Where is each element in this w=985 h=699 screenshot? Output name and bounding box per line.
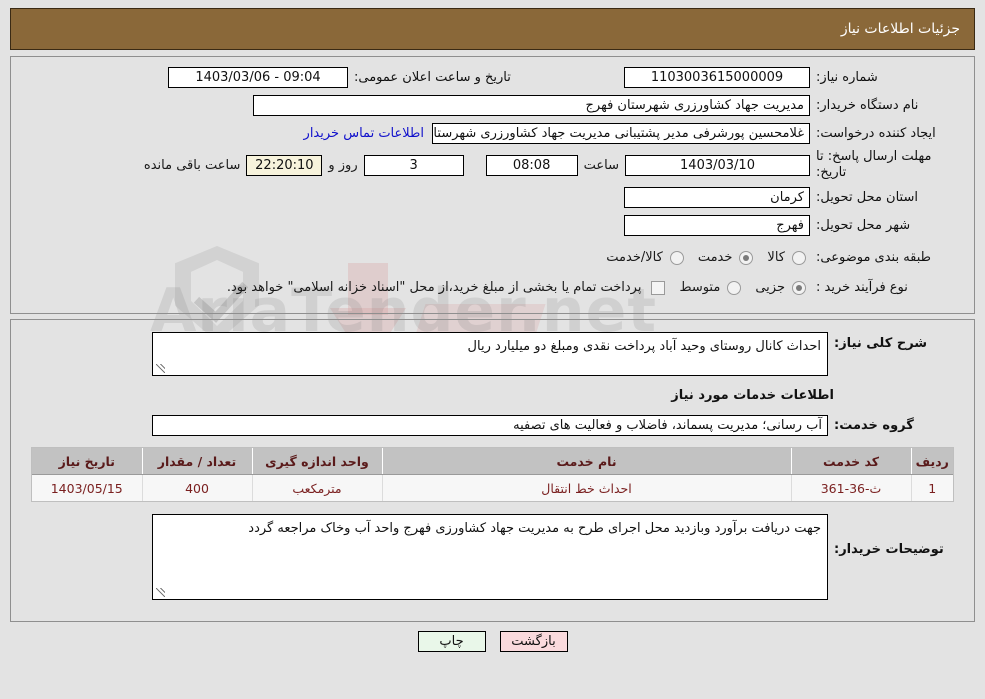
items-table: ردیف کد خدمت نام خدمت واحد اندازه گیری ت… [32,448,953,501]
buyer-contact-link[interactable]: اطلاعات تماس خریدار [296,126,432,141]
countdown-field: 22:20:10 [246,154,323,176]
need-summary-panel: شماره نیاز: 1103003615000009 تاریخ و ساع… [10,56,975,314]
process-radio-jozi[interactable] [792,280,806,295]
print-button[interactable]: چاپ [417,631,486,652]
services-section-title: اطلاعات خدمات مورد نیاز [671,388,834,403]
items-table-wrapper: ردیف کد خدمت نام خدمت واحد اندازه گیری ت… [31,447,954,502]
process-row: نوع فرآیند خرید : جزیی متوسط پرداخت تمام… [21,276,964,300]
back-button[interactable]: بازگشت [499,631,568,652]
process-option-label-0: جزیی [755,280,785,295]
province-row: استان محل تحویل: کرمان [21,186,964,210]
buyer-notes-row: توضیحات خریدار: جهت دریافت برآورد وبازدی… [21,514,964,600]
need-number-field: 1103003615000009 [624,66,810,88]
service-group-field: آب رسانی؛ مدیریت پسماند، فاضلاب و فعالیت… [152,414,828,436]
category-option-label-2: کالا/خدمت [606,250,663,265]
col-radif: ردیف [910,448,953,475]
table-row: 1 ث-36-361 احداث خط انتقال مترمکعب 400 1… [32,474,953,501]
public-announce-label: تاریخ و ساعت اعلان عمومی: [354,69,511,85]
city-field: فهرج [624,215,810,236]
general-desc-row: شرح کلی نیاز: احداث کانال روستای وحید آب… [21,332,964,376]
buyer-notes-textarea[interactable]: جهت دریافت برآورد وبازدید محل اجرای طرح … [152,514,828,600]
requester-row: ایجاد کننده درخواست: غلامحسین پورشرفی مد… [21,121,964,145]
requester-field: غلامحسین پورشرفی مدیر پشتیبانی مدیریت جه… [432,122,810,144]
service-group-row: گروه خدمت: آب رسانی؛ مدیریت پسماند، فاضل… [21,413,964,437]
need-number-row: شماره نیاز: 1103003615000009 تاریخ و ساع… [21,65,964,89]
city-row: شهر محل تحویل: فهرج [21,214,964,238]
category-option-label-0: کالا [767,250,785,265]
category-radio-kala-khedmat[interactable] [669,250,684,265]
cell-quantity: 400 [141,474,252,501]
col-need-date: تاریخ نیاز [32,448,142,475]
process-label: نوع فرآیند خرید : [816,280,908,295]
city-label: شهر محل تحویل: [816,218,911,233]
footer-actions: بازگشت چاپ [0,631,985,652]
col-quantity: تعداد / مقدار [141,448,252,475]
deadline-label: مهلت ارسال پاسخ: تا تاریخ: [816,149,932,181]
general-desc-textarea[interactable]: احداث کانال روستای وحید آباد پرداخت نقدی… [152,332,828,376]
deadline-row: مهلت ارسال پاسخ: تا تاریخ: 1403/03/10 سا… [21,149,964,182]
buyer-org-label: نام دستگاه خریدار: [816,97,919,113]
items-table-header-row: ردیف کد خدمت نام خدمت واحد اندازه گیری ت… [32,448,953,475]
cell-radif: 1 [910,474,953,501]
category-radio-kala[interactable] [792,250,806,265]
need-details-panel: شرح کلی نیاز: احداث کانال روستای وحید آب… [10,319,975,622]
process-option-label-1: متوسط [679,280,721,295]
deadline-hour-field: 08:08 [485,154,578,176]
deadline-hour-label: ساعت [583,157,619,173]
buyer-org-field: مدیریت جهاد کشاورزری شهرستان فهرج [253,94,810,116]
cell-need-date: 1403/05/15 [32,474,142,501]
countdown-suffix-label: ساعت باقی مانده [143,157,241,173]
page-header: جزئیات اطلاعات نیاز [10,8,975,50]
public-announce-field: 09:04 - 1403/03/06 [168,66,348,88]
requester-label: ایجاد کننده درخواست: [816,125,936,141]
deadline-date-field: 1403/03/10 [625,154,810,176]
province-label: استان محل تحویل: [816,190,918,205]
treasury-note-label: پرداخت تمام یا بخشی از مبلغ خرید،از محل … [226,280,642,295]
days-remaining-field: 3 [363,154,464,176]
general-desc-label: شرح کلی نیاز: [834,336,928,351]
col-unit: واحد اندازه گیری [251,448,382,475]
category-row: طبقه بندی موضوعی: کالا خدمت کالا/خدمت [21,246,964,270]
province-field: کرمان [624,187,810,208]
treasury-bond-checkbox[interactable] [651,280,666,295]
buyer-notes-label: توضیحات خریدار: [834,542,944,557]
days-word-label: روز و [328,157,358,173]
cell-service-name: احداث خط انتقال [381,474,791,501]
page-title: جزئیات اطلاعات نیاز [840,21,960,37]
category-label: طبقه بندی موضوعی: [816,250,932,265]
col-service-name: نام خدمت [381,448,791,475]
category-radio-khedmat[interactable] [739,250,754,265]
buyer-org-row: نام دستگاه خریدار: مدیریت جهاد کشاورزری … [21,93,964,117]
need-number-label: شماره نیاز: [816,69,878,85]
process-radio-motavaset[interactable] [727,280,742,295]
category-option-label-1: خدمت [697,250,733,265]
service-group-label: گروه خدمت: [834,417,914,433]
col-service-code: کد خدمت [790,448,911,475]
cell-service-code: ث-36-361 [790,474,911,501]
cell-unit: مترمکعب [251,474,382,501]
